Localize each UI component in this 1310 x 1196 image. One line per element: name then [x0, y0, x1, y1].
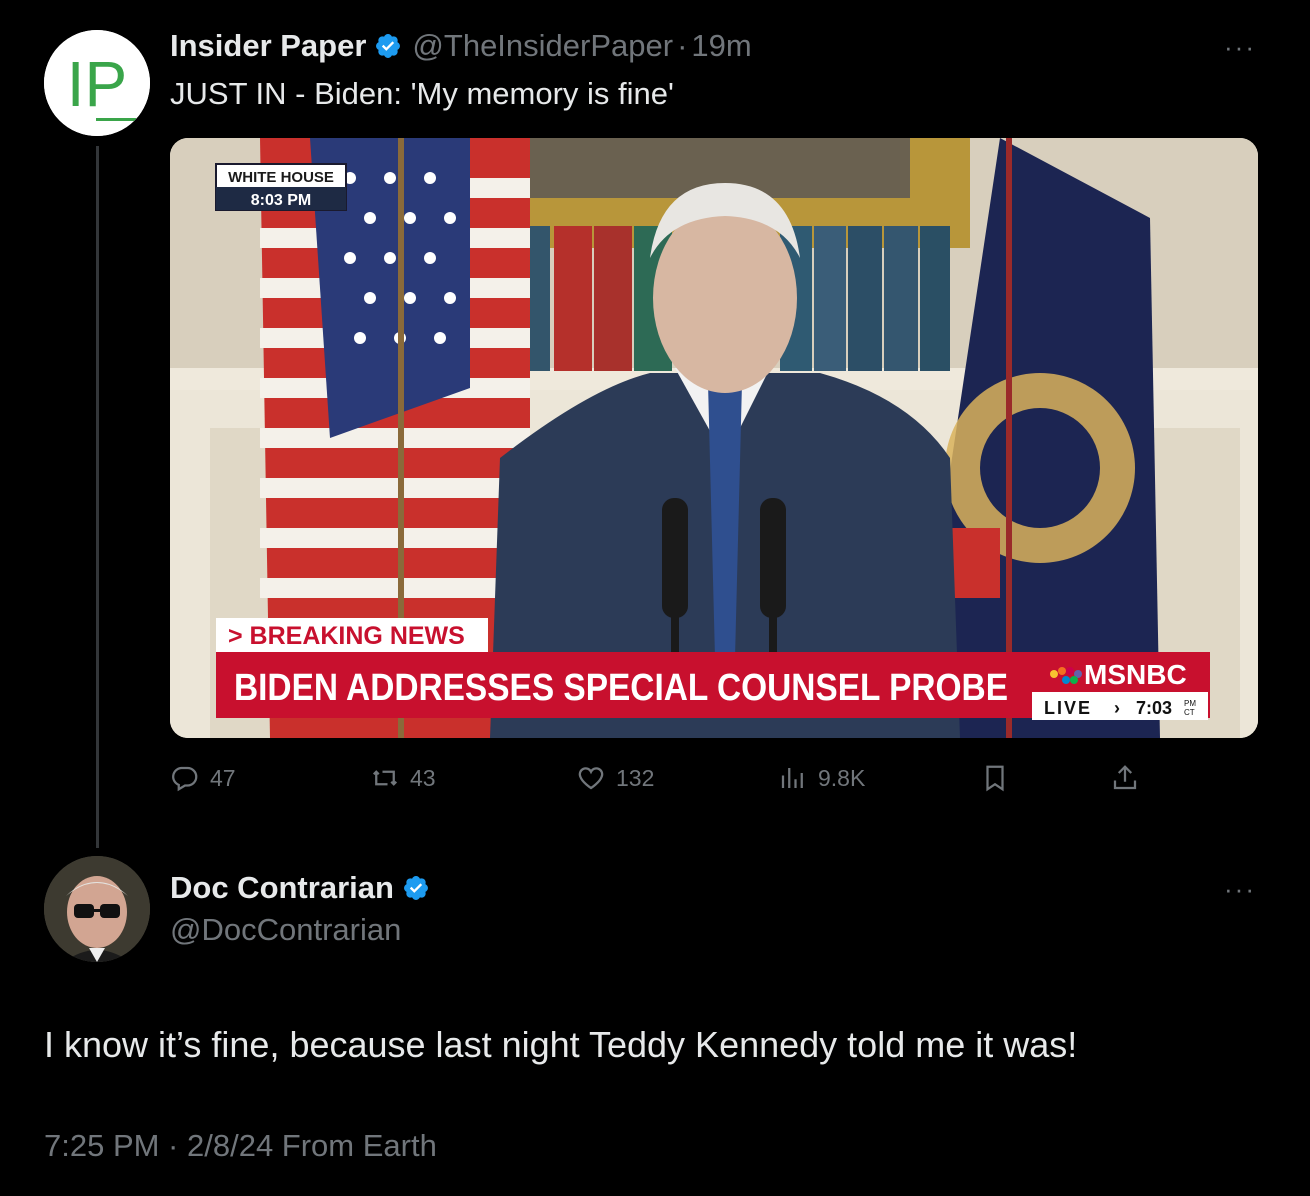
bookmark-icon	[986, 765, 1004, 792]
like-button[interactable]: 132	[576, 756, 654, 800]
share-button[interactable]	[1110, 756, 1150, 800]
bookmark-button[interactable]	[980, 756, 1020, 800]
repost-icon	[372, 770, 398, 786]
network-logo: MSNBC	[1084, 659, 1187, 690]
live-time: 7:03	[1136, 698, 1172, 718]
reply-button[interactable]: 47	[170, 756, 236, 800]
more-icon[interactable]: ···	[1224, 34, 1256, 60]
like-icon	[578, 767, 604, 790]
live-label: LIVE	[1044, 698, 1092, 718]
headline-text: BIDEN ADDRESSES SPECIAL COUNSEL PROBE	[234, 667, 1008, 709]
live-timezone: CT	[1184, 708, 1195, 717]
author-name[interactable]: Insider Paper	[170, 28, 366, 64]
avatar-ip-text: IP	[67, 48, 127, 120]
live-ampm: PM	[1184, 699, 1196, 708]
views-count: 9.8K	[818, 764, 866, 791]
reply-author-handle[interactable]: @DocContrarian	[170, 912, 401, 948]
reply-icon	[172, 766, 198, 792]
live-arrow: ›	[1114, 698, 1120, 718]
tweet-time[interactable]: 19m	[691, 28, 751, 64]
location-tag: WHITE HOUSE	[228, 169, 334, 186]
reply-timestamp[interactable]: 7:25 PM · 2/8/24 From Earth	[44, 1128, 437, 1164]
share-icon	[1113, 765, 1137, 790]
author-handle[interactable]: @TheInsiderPaper	[412, 28, 673, 64]
separator-dot: ·	[677, 28, 688, 63]
views-icon	[781, 768, 803, 788]
views-button[interactable]: 9.8K	[778, 756, 865, 800]
tweet-actions: 47 43 132 9.8K	[170, 756, 1150, 800]
more-icon[interactable]: ···	[1224, 876, 1256, 902]
breaking-news-label: > BREAKING NEWS	[228, 622, 465, 650]
like-count: 132	[616, 764, 655, 791]
repost-button[interactable]: 43	[370, 756, 436, 800]
reply-count: 47	[210, 764, 236, 791]
avatar-doc-contrarian[interactable]	[44, 856, 150, 962]
reply-header: Doc Contrarian	[170, 868, 440, 908]
reply-text: I know it’s fine, because last night Ted…	[44, 1024, 1078, 1065]
tweet-header: Insider Paper @TheInsiderPaper · 19m	[170, 26, 752, 66]
avatar-insider-paper[interactable]: IP	[44, 30, 150, 136]
tweet-media[interactable]: WHITE HOUSE 8:03 PM > BREAKING NEWS BIDE…	[170, 138, 1258, 738]
tweet-text: JUST IN - Biden: 'My memory is fine'	[170, 76, 674, 111]
verified-icon	[403, 876, 428, 900]
broadcast-clock: 8:03 PM	[251, 192, 311, 209]
reply-author-name[interactable]: Doc Contrarian	[170, 870, 394, 906]
repost-count: 43	[410, 764, 436, 791]
verified-icon	[376, 34, 401, 58]
thread-line	[96, 146, 99, 848]
